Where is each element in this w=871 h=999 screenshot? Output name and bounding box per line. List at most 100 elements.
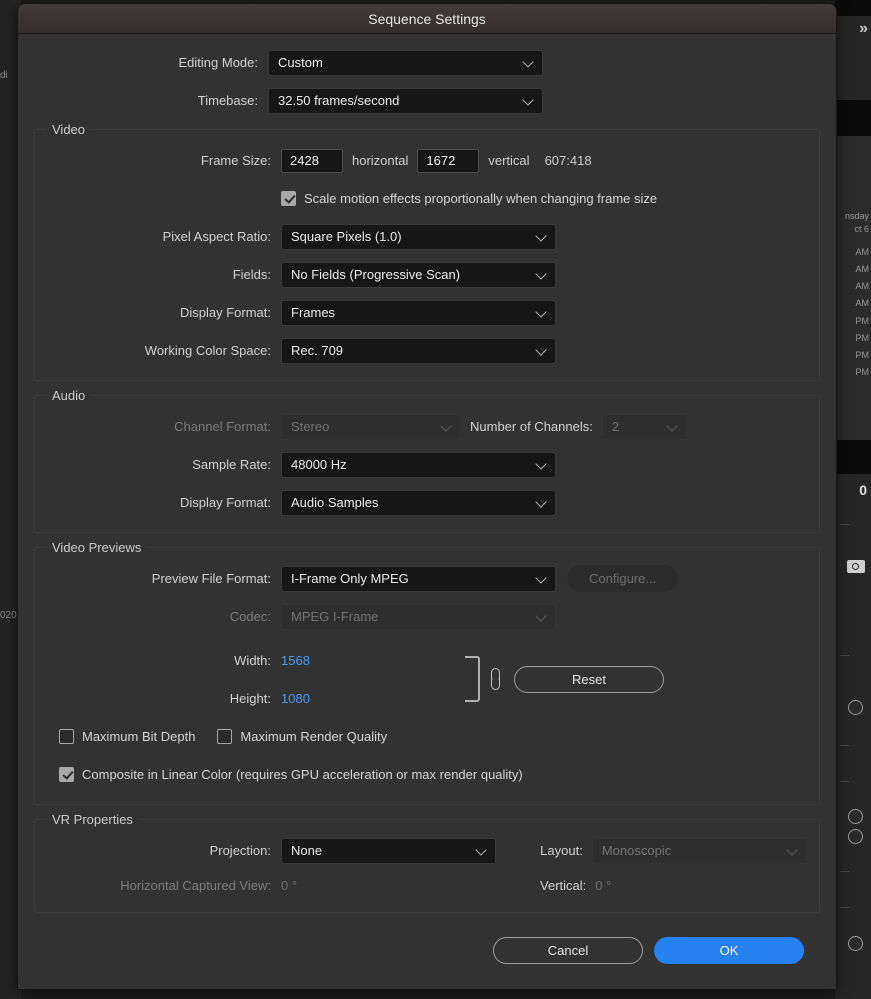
composite-linear-checkbox-box bbox=[59, 767, 74, 782]
frame-size-horizontal-input[interactable]: 2428 bbox=[281, 148, 343, 173]
horizontal-captured-view-label: Horizontal Captured View: bbox=[120, 877, 271, 893]
dialog-footer: Cancel OK bbox=[34, 927, 820, 964]
max-bit-depth-checkbox[interactable]: Maximum Bit Depth bbox=[59, 729, 195, 744]
background-ruler-tick-5 bbox=[840, 871, 849, 872]
preview-file-format-select[interactable]: I-Frame Only MPEG bbox=[281, 565, 556, 592]
background-left-fragment-1: di bbox=[0, 70, 8, 81]
dimension-link-bracket-icon bbox=[465, 656, 480, 702]
editing-mode-row: Editing Mode: Custom bbox=[34, 48, 820, 77]
pixel-aspect-label: Pixel Aspect Ratio: bbox=[162, 229, 271, 244]
reset-button[interactable]: Reset bbox=[514, 665, 664, 693]
ok-button[interactable]: OK bbox=[654, 937, 804, 964]
channel-format-row: Channel Format: Stereo Number of Channel… bbox=[47, 412, 807, 441]
timebase-select[interactable]: 32.50 frames/second bbox=[268, 87, 543, 114]
preview-dimensions-block: Width: 1568 Height: 1080 Reset bbox=[47, 640, 807, 718]
background-time-0: AM bbox=[855, 247, 870, 257]
background-time-1: AM bbox=[855, 264, 870, 274]
aspect-ratio-value: 607:418 bbox=[544, 153, 592, 168]
max-render-quality-checkbox[interactable]: Maximum Render Quality bbox=[217, 729, 387, 744]
number-of-channels-select: 2 bbox=[601, 413, 687, 440]
background-ruler-tick-3 bbox=[840, 745, 849, 746]
composite-linear-label: Composite in Linear Color (requires GPU … bbox=[82, 767, 523, 782]
fields-label: Fields: bbox=[232, 267, 271, 282]
fields-row: Fields: No Fields (Progressive Scan) bbox=[47, 260, 807, 289]
frame-size-label: Frame Size: bbox=[200, 153, 271, 168]
horizontal-label: horizontal bbox=[352, 153, 409, 168]
background-knob-2[interactable] bbox=[848, 809, 863, 824]
configure-button: Configure... bbox=[567, 565, 679, 592]
preview-height-row: Height: 1080 bbox=[47, 679, 347, 717]
scale-motion-checkbox[interactable]: Scale motion effects proportionally when… bbox=[281, 191, 657, 206]
codec-select: MPEG I-Frame bbox=[281, 603, 556, 630]
audio-group: Audio Channel Format: Stereo Number of C… bbox=[34, 388, 820, 533]
vr-layout-select: Monoscopic bbox=[591, 837, 807, 864]
frame-size-row: Frame Size: 2428 horizontal 1672 vertica… bbox=[47, 146, 807, 175]
video-previews-group-legend: Video Previews bbox=[46, 540, 148, 555]
projection-value: None bbox=[291, 843, 323, 858]
background-knob-3[interactable] bbox=[848, 829, 863, 844]
background-left-fragment-2: 020 bbox=[0, 610, 17, 621]
vertical-captured-view-value: 0 ° bbox=[595, 877, 612, 893]
vertical-label: vertical bbox=[488, 153, 530, 168]
vr-layout-value: Monoscopic bbox=[601, 843, 672, 858]
link-chain-icon[interactable] bbox=[490, 668, 502, 690]
frame-size-vertical-input[interactable]: 1672 bbox=[417, 148, 480, 173]
background-knob-4[interactable] bbox=[848, 936, 863, 951]
camera-icon bbox=[847, 560, 865, 573]
video-display-format-label: Display Format: bbox=[179, 305, 271, 320]
fields-select[interactable]: No Fields (Progressive Scan) bbox=[281, 261, 556, 288]
editing-mode-value: Custom bbox=[278, 55, 323, 70]
channel-format-select: Stereo bbox=[281, 413, 461, 440]
preview-height-label: Height: bbox=[229, 690, 271, 706]
codec-label: Codec: bbox=[229, 609, 271, 624]
horizontal-captured-view-value: 0 ° bbox=[281, 877, 298, 893]
video-previews-group: Video Previews Preview File Format: I-Fr… bbox=[34, 540, 820, 805]
working-color-space-label: Working Color Space: bbox=[144, 343, 271, 358]
pixel-aspect-value: Square Pixels (1.0) bbox=[291, 229, 402, 244]
vertical-captured-view-label: Vertical: bbox=[540, 877, 587, 893]
video-group-legend: Video bbox=[46, 122, 92, 137]
composite-linear-checkbox[interactable]: Composite in Linear Color (requires GPU … bbox=[59, 767, 523, 782]
audio-display-format-row: Display Format: Audio Samples bbox=[47, 488, 807, 517]
dialog-titlebar[interactable]: Sequence Settings bbox=[18, 4, 836, 34]
sample-rate-select[interactable]: 48000 Hz bbox=[281, 451, 556, 478]
video-display-format-value: Frames bbox=[291, 305, 336, 320]
background-time-4: PM bbox=[855, 316, 870, 326]
video-group: Video Frame Size: 2428 horizontal 1672 v… bbox=[34, 122, 820, 381]
background-ruler-tick-6 bbox=[840, 907, 849, 908]
video-display-format-row: Display Format: Frames bbox=[47, 298, 807, 327]
codec-row: Codec: MPEG I-Frame bbox=[47, 602, 807, 631]
projection-row: Projection: None Layout: Monoscopic bbox=[47, 836, 807, 865]
preview-width-value[interactable]: 1568 bbox=[281, 653, 310, 668]
preview-width-row: Width: 1568 bbox=[47, 641, 347, 679]
audio-display-format-select[interactable]: Audio Samples bbox=[281, 489, 556, 516]
sample-rate-row: Sample Rate: 48000 Hz bbox=[47, 450, 807, 479]
projection-select[interactable]: None bbox=[281, 837, 497, 864]
max-render-quality-label: Maximum Render Quality bbox=[240, 729, 388, 744]
video-display-format-select[interactable]: Frames bbox=[281, 299, 556, 326]
timebase-value: 32.50 frames/second bbox=[278, 93, 400, 108]
background-date-label: ct 6 bbox=[854, 224, 869, 234]
dialog-body: Editing Mode: Custom Timebase: 32.50 fra… bbox=[18, 34, 836, 989]
preview-height-value[interactable]: 1080 bbox=[281, 691, 310, 706]
preview-file-format-label: Preview File Format: bbox=[151, 571, 271, 586]
working-color-space-select[interactable]: Rec. 709 bbox=[281, 337, 556, 364]
cancel-button[interactable]: Cancel bbox=[493, 937, 643, 964]
expand-panel-chevron-icon[interactable]: » bbox=[859, 20, 868, 38]
background-time-2: AM bbox=[855, 281, 870, 291]
pixel-aspect-select[interactable]: Square Pixels (1.0) bbox=[281, 223, 556, 250]
channel-format-label: Channel Format: bbox=[174, 419, 271, 434]
scale-motion-row: Scale motion effects proportionally when… bbox=[47, 184, 807, 213]
background-band-mid bbox=[835, 100, 871, 136]
max-bit-depth-checkbox-box bbox=[59, 729, 74, 744]
editing-mode-select[interactable]: Custom bbox=[268, 49, 543, 76]
number-of-channels-label: Number of Channels: bbox=[470, 419, 593, 434]
audio-display-format-label: Display Format: bbox=[179, 495, 271, 510]
background-knob-1[interactable] bbox=[848, 700, 863, 715]
background-time-6: PM bbox=[855, 350, 870, 360]
background-time-7: PM bbox=[855, 367, 870, 377]
timebase-label: Timebase: bbox=[197, 93, 258, 108]
sample-rate-value: 48000 Hz bbox=[291, 457, 347, 472]
working-color-space-value: Rec. 709 bbox=[291, 343, 344, 358]
background-time-3: AM bbox=[855, 298, 870, 308]
